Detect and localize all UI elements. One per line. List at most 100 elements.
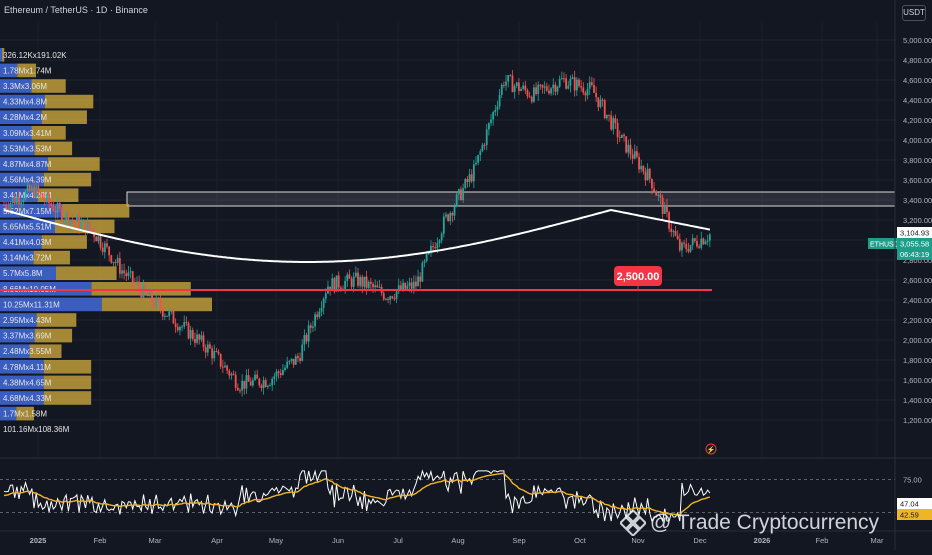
volume-profile-label: 5.65Mx5.51M [3,222,52,231]
candle-body [316,314,319,318]
candle-body [511,75,514,93]
candle-body [492,112,495,120]
candle-body [494,109,497,113]
candle-body [196,334,198,343]
candle-body [3,205,5,206]
price-axis-label: 1,600.00 [903,376,932,385]
candle-body [586,88,589,96]
candle-body [526,90,529,97]
time-axis-label: Sep [512,536,525,545]
candle-body [391,296,394,299]
price-axis-label: 3,200.00 [903,216,932,225]
candle-body [537,84,540,95]
candle-body [599,99,602,108]
candle-body [277,371,280,374]
candle-body [363,276,366,287]
watermark-text: @ Trade Cryptocurrency [650,511,880,534]
candle-body [76,215,78,222]
candle-body [402,282,404,291]
price-axis-label: 4,400.00 [903,96,932,105]
candle-body [442,216,445,234]
candle-body [657,194,660,196]
candle-body [389,296,392,300]
candle-body [168,311,171,317]
candle-body [702,238,705,245]
candle-body [129,271,132,273]
volume-profile-label: 4.87Mx4.87M [3,160,52,169]
candle-body [502,84,505,86]
candle-body [331,278,334,291]
candle-body [415,281,417,287]
last-price: 3,055.58 [900,240,929,249]
resistance-zone [126,191,896,207]
candle-body [262,380,265,389]
candle-body [653,188,655,192]
candle-body [623,134,625,137]
candle-body [378,286,381,288]
candle-body [655,191,658,196]
price-axis-label: 1,800.00 [903,356,932,365]
time-axis-label: Mar [871,536,884,545]
candle-body [367,281,370,288]
price-axis-label: 2,200.00 [903,316,932,325]
candle-body [67,212,70,226]
price-chart[interactable]: 326.12Kx191.02K 1.78Mx1.74M 3.3Mx3.06M 4.33… [0,0,932,550]
candle-body [264,380,267,387]
candle-body [181,326,183,328]
candle-body [78,215,80,229]
candle-body [642,165,645,172]
candle-body [266,385,269,387]
candle-body [670,228,673,232]
candle-body [7,208,10,210]
candle-body [466,179,469,183]
candle-body [108,246,111,256]
candle-body [11,198,14,204]
volume-profile-buy-bar [0,48,3,62]
candle-body [646,168,649,181]
time-axis-label: Dec [693,536,707,545]
candle-body [312,326,314,328]
candle-body [344,280,347,289]
price-axis-label: 4,000.00 [903,136,932,145]
candle-body [541,84,544,88]
volume-profile-label: 1.7Mx1.58M [3,410,47,419]
symbol-title: Ethereum / TetherUS · 1D · Binance [4,5,148,15]
volume-profile-label: 3.53Mx3.53M [3,144,52,153]
candle-body [384,298,387,300]
candle-body [245,375,248,389]
candle-body [659,194,662,198]
currency-button[interactable]: USDT [902,5,926,21]
price-axis-label: 2,400.00 [903,296,932,305]
candle-body [535,87,537,95]
candle-body [174,323,177,327]
candle-body [320,307,323,312]
candle-body [213,351,216,359]
candle-body [73,220,76,222]
volume-profile-label: 101.16Mx108.36M [3,425,70,434]
candle-body [198,334,201,340]
candle-body [584,92,587,96]
candle-body [620,134,623,138]
candle-body [672,231,675,233]
candle-body [556,86,559,92]
candle-body [663,205,666,214]
price-axis-label: 3,400.00 [903,196,932,205]
chart-stage[interactable]: 326.12Kx191.02K 1.78Mx1.74M 3.3Mx3.06M 4.33… [0,0,932,550]
candle-body [191,330,194,340]
volume-profile-label: 3.37Mx3.69M [3,332,52,341]
candle-body [303,335,306,345]
candle-body [52,205,55,212]
candle-body [26,185,29,192]
candle-body [65,212,68,221]
candle-body [157,297,160,302]
candle-body [228,370,231,376]
candle-body [453,206,456,216]
candle-body [569,78,572,86]
time-axis-label: 2025 [30,536,47,545]
candle-body [550,88,552,94]
candle-body [597,97,600,108]
candle-body [138,281,141,289]
candle-body [515,82,518,86]
candle-body [110,255,113,263]
candle-body [271,378,274,386]
